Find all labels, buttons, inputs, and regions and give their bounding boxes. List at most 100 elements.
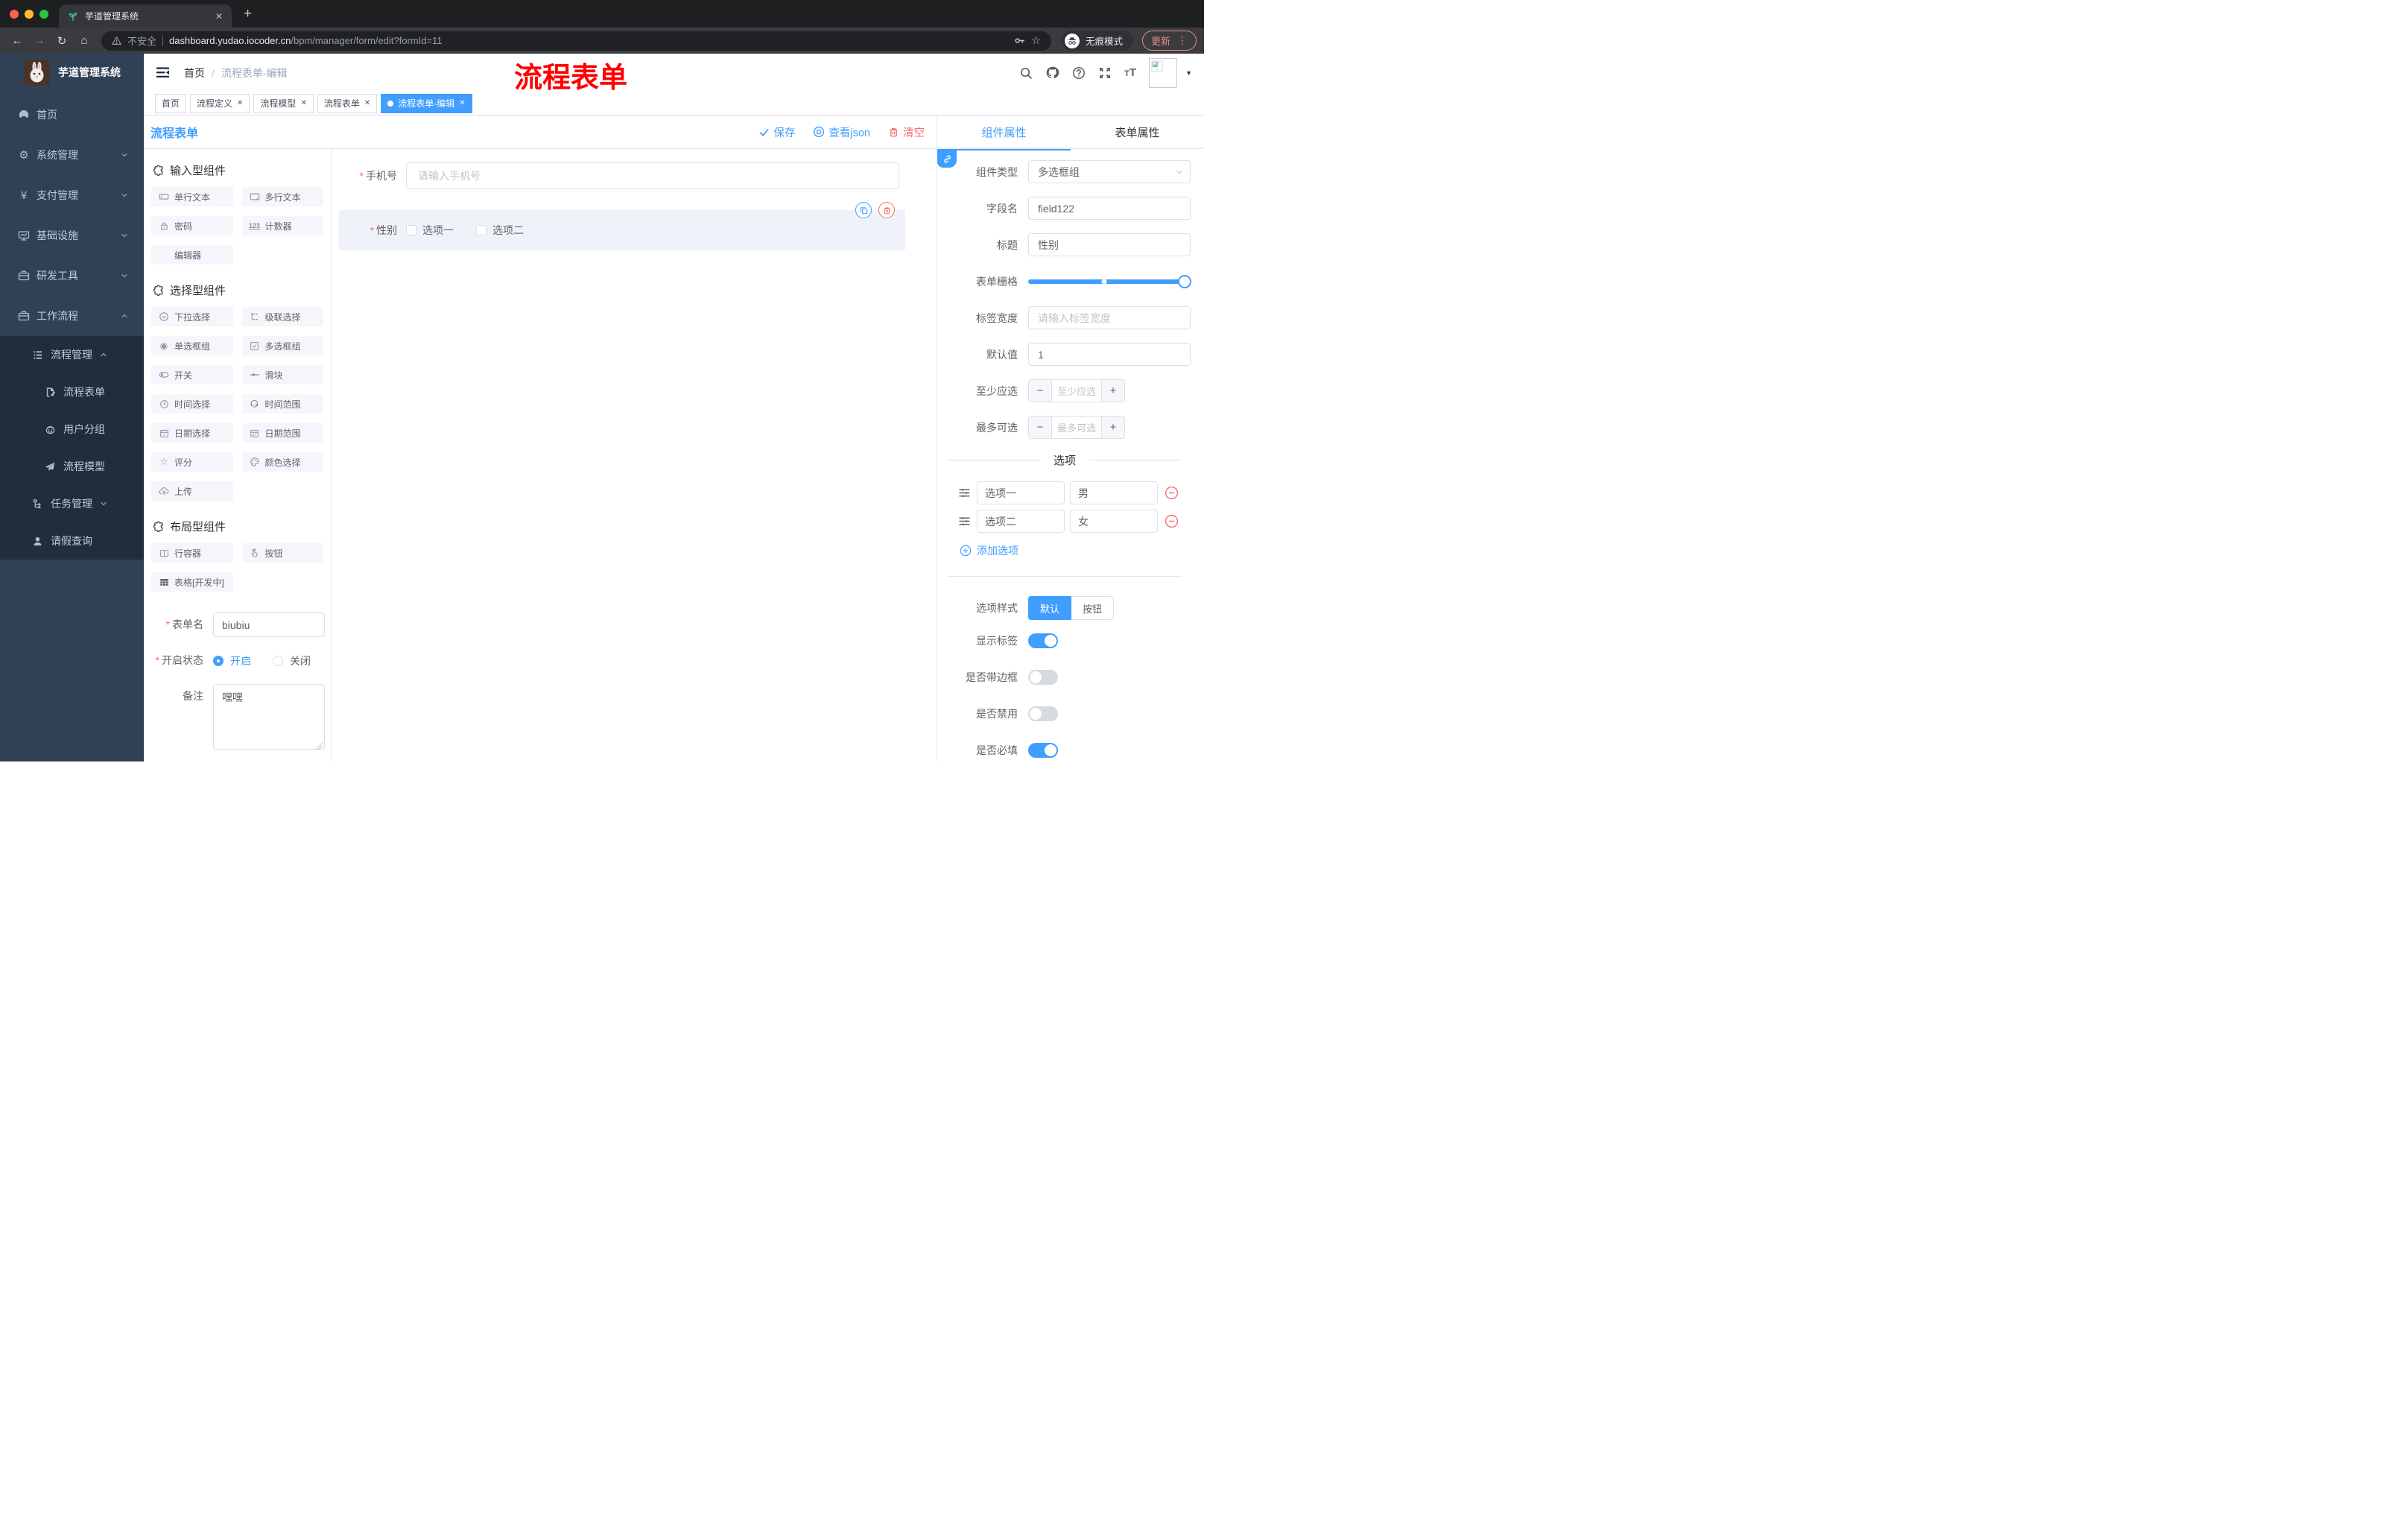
palette-item-checkbox-group[interactable]: 多选框组 [241, 336, 323, 355]
slider-handle[interactable] [1178, 274, 1191, 288]
search-icon[interactable] [1019, 66, 1033, 80]
option-value-input[interactable] [1070, 510, 1158, 533]
min-select-value[interactable]: 至少应选 [1052, 380, 1101, 402]
sidebar-item-process-mgmt[interactable]: 流程管理 [0, 336, 144, 373]
style-button-button[interactable]: 按钮 [1071, 596, 1115, 620]
forward-button[interactable]: → [30, 34, 49, 47]
sidebar-item-leave-query[interactable]: 请假查询 [0, 522, 144, 560]
palette-item-button[interactable]: 按钮 [241, 543, 323, 563]
option-label-input[interactable] [977, 510, 1065, 533]
palette-item-color-picker[interactable]: 颜色选择 [241, 452, 323, 472]
palette-item-upload[interactable]: 上传 [151, 481, 233, 501]
form-remark-textarea[interactable]: 嘿嘿 [213, 684, 325, 750]
tab-component-props[interactable]: 组件属性 [937, 115, 1071, 151]
field-name-input[interactable] [1028, 197, 1191, 220]
back-button[interactable]: ← [7, 34, 27, 47]
checkbox-unchecked[interactable] [406, 225, 416, 235]
form-name-input[interactable] [213, 612, 325, 637]
close-window-button[interactable] [10, 10, 19, 19]
show-label-toggle[interactable] [1028, 633, 1058, 648]
sidebar-item-system[interactable]: ⚙ 系统管理 [0, 135, 144, 175]
clear-button[interactable]: 清空 [888, 124, 925, 140]
palette-item-editor[interactable]: 编辑器 [151, 245, 233, 265]
phone-input[interactable] [406, 162, 899, 189]
max-select-value[interactable]: 最多可选 [1052, 417, 1101, 438]
sidebar-item-process-form[interactable]: 流程表单 [0, 373, 144, 411]
tag-close-icon[interactable]: ✕ [364, 99, 370, 107]
tag-close-icon[interactable]: ✕ [237, 99, 243, 107]
link-icon-button[interactable] [937, 150, 957, 168]
increment-button[interactable]: + [1101, 380, 1124, 402]
canvas-field-gender-selected[interactable]: * 性别 选项一 选项二 [339, 202, 905, 250]
option-value-input[interactable] [1070, 481, 1158, 504]
view-json-button[interactable]: 查看json [813, 124, 870, 140]
breadcrumb-home[interactable]: 首页 [184, 66, 205, 80]
palette-item-date-range[interactable]: 日期范围 [241, 423, 323, 443]
checkbox-unchecked[interactable] [476, 225, 487, 235]
browser-update-button[interactable]: 更新 ⋮ [1141, 31, 1197, 51]
font-size-icon[interactable]: TT [1124, 66, 1136, 79]
avatar[interactable] [1149, 57, 1178, 88]
drag-handle-icon[interactable] [958, 515, 971, 528]
disabled-toggle[interactable] [1028, 706, 1058, 721]
radio-unselected[interactable] [273, 655, 283, 666]
title-input[interactable] [1028, 233, 1191, 256]
password-key-icon[interactable] [1014, 35, 1025, 46]
delete-field-button[interactable] [878, 202, 895, 218]
palette-item-switch[interactable]: 开关 [151, 365, 233, 384]
sidebar-item-payment[interactable]: ¥ 支付管理 [0, 175, 144, 215]
form-grid-slider[interactable] [1028, 270, 1191, 293]
tag-process-form-edit[interactable]: 流程表单-编辑 ✕ [381, 93, 472, 113]
help-icon[interactable] [1072, 66, 1086, 80]
style-default-button[interactable]: 默认 [1028, 596, 1072, 620]
palette-item-counter[interactable]: 123 计数器 [241, 216, 323, 235]
sidebar-item-home[interactable]: 首页 [0, 95, 144, 135]
reload-button[interactable]: ↻ [52, 34, 72, 48]
palette-item-row-container[interactable]: 行容器 [151, 543, 233, 563]
bookmark-star-icon[interactable]: ☆ [1031, 34, 1041, 47]
browser-menu-kebab-icon[interactable]: ⋮ [1177, 34, 1188, 47]
new-tab-button[interactable]: + [244, 6, 252, 22]
palette-item-date-picker[interactable]: 日期选择 [151, 423, 233, 443]
home-button[interactable]: ⌂ [75, 34, 94, 47]
duplicate-field-button[interactable] [855, 202, 872, 218]
radio-option-off[interactable]: 关闭 [273, 653, 311, 668]
sidebar-item-user-group[interactable]: 用户分组 [0, 411, 144, 448]
palette-item-password[interactable]: 密码 [151, 216, 233, 235]
fullscreen-icon[interactable] [1098, 66, 1112, 80]
sidebar-item-process-model[interactable]: 流程模型 [0, 448, 144, 485]
checkbox-option-1[interactable]: 选项一 [406, 223, 454, 238]
palette-item-time-range[interactable]: 时间范围 [241, 394, 323, 414]
palette-item-cascader[interactable]: 级联选择 [241, 307, 323, 326]
decrement-button[interactable]: − [1029, 417, 1052, 438]
default-value-input[interactable] [1028, 343, 1191, 366]
option-label-input[interactable] [977, 481, 1065, 504]
sidebar-collapse-icon[interactable] [156, 66, 170, 79]
tag-close-icon[interactable]: ✕ [300, 99, 306, 107]
tag-process-model[interactable]: 流程模型 ✕ [253, 93, 314, 113]
tab-form-props[interactable]: 表单属性 [1071, 115, 1204, 149]
remove-option-button[interactable] [1165, 486, 1179, 500]
tag-close-icon[interactable]: ✕ [459, 99, 465, 107]
radio-option-on[interactable]: 开启 [213, 653, 251, 668]
maximize-window-button[interactable] [39, 10, 48, 19]
sidebar-item-infra[interactable]: 基础设施 [0, 215, 144, 256]
palette-item-rate[interactable]: ☆ 评分 [151, 452, 233, 472]
decrement-button[interactable]: − [1029, 380, 1052, 402]
tab-close-icon[interactable]: ✕ [215, 11, 223, 22]
required-toggle[interactable] [1028, 743, 1058, 758]
palette-item-multi-text[interactable]: 多行文本 [241, 187, 323, 206]
add-option-button[interactable]: 添加选项 [960, 543, 1191, 558]
radio-selected[interactable] [213, 655, 224, 666]
palette-item-time-picker[interactable]: 时间选择 [151, 394, 233, 414]
sidebar-item-workflow[interactable]: 工作流程 [0, 296, 144, 336]
canvas-field-phone[interactable]: * 手机号 [339, 162, 899, 189]
palette-item-radio-group[interactable]: ◉ 单选框组 [151, 336, 233, 355]
github-icon[interactable] [1045, 66, 1059, 80]
palette-item-select[interactable]: 下拉选择 [151, 307, 233, 326]
address-bar[interactable]: 不安全 dashboard.yudao.iocoder.cn/bpm/manag… [101, 31, 1051, 51]
tag-process-form[interactable]: 流程表单 ✕ [317, 93, 378, 113]
tag-home[interactable]: 首页 [155, 93, 187, 113]
save-button[interactable]: 保存 [758, 124, 795, 140]
increment-button[interactable]: + [1101, 417, 1124, 438]
